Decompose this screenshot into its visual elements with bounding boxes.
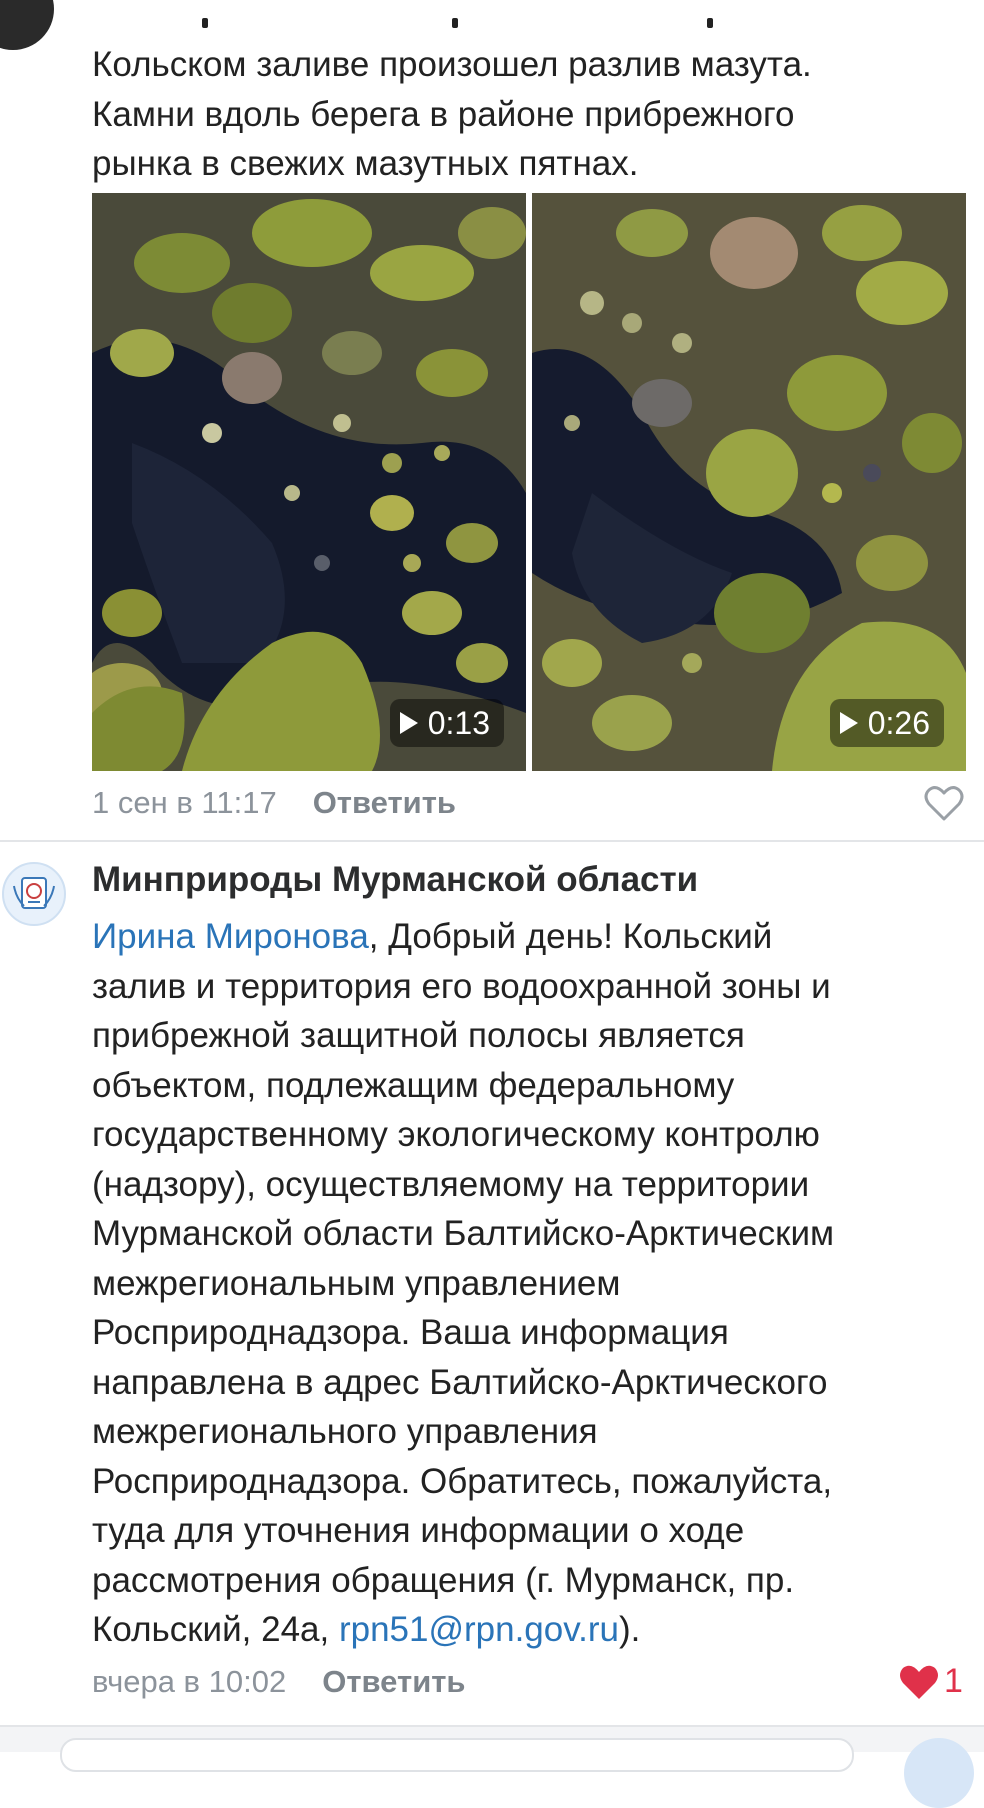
comment-date: вчера в 10:02 [92,1664,287,1699]
reply-button[interactable]: Ответить [322,1664,465,1700]
like-count: 1 [944,1662,963,1700]
comment-meta: вчера в 10:02 Ответить [92,1658,466,1706]
oil-stones-photo [92,193,526,771]
comment-author[interactable]: Минприроды Мурманской области [92,860,698,900]
video-attachments: 0:13 0:26 [92,193,966,771]
heart-filled-icon [900,1665,938,1699]
reply-button[interactable]: Ответить [313,785,456,821]
comment-meta: 1 сен в 11:17 Ответить [92,779,456,827]
video-duration-badge: 0:13 [389,699,504,747]
community-avatar[interactable] [2,862,66,926]
video-thumbnail[interactable]: 0:13 [92,193,526,771]
coat-of-arms-icon [13,877,55,909]
video-duration-badge: 0:26 [829,699,944,747]
comment-text: Кольском заливе произошел разлив мазута.… [92,45,812,183]
video-thumbnail[interactable]: 0:26 [532,193,966,771]
play-icon [839,712,858,734]
comment-body-end: ). [619,1610,641,1649]
comment-divider [0,840,984,842]
comment-body: , Добрый день! Кольский залив и территор… [92,917,835,1649]
cropped-text-line [92,8,912,28]
play-icon [399,712,418,734]
comment-text: Ирина Миронова, Добрый день! Кольский за… [92,912,962,1655]
send-button[interactable] [904,1738,974,1808]
email-link[interactable]: rpn51@rpn.gov.ru [339,1610,619,1649]
mention-link[interactable]: Ирина Миронова [92,917,369,956]
like-button[interactable]: 1 [898,1662,963,1701]
oil-stones-photo [532,193,966,771]
comment-input[interactable] [60,1738,854,1772]
heart-outline-icon[interactable] [924,784,964,822]
commenter-avatar[interactable] [0,0,54,50]
comment-date: 1 сен в 11:17 [92,785,277,820]
